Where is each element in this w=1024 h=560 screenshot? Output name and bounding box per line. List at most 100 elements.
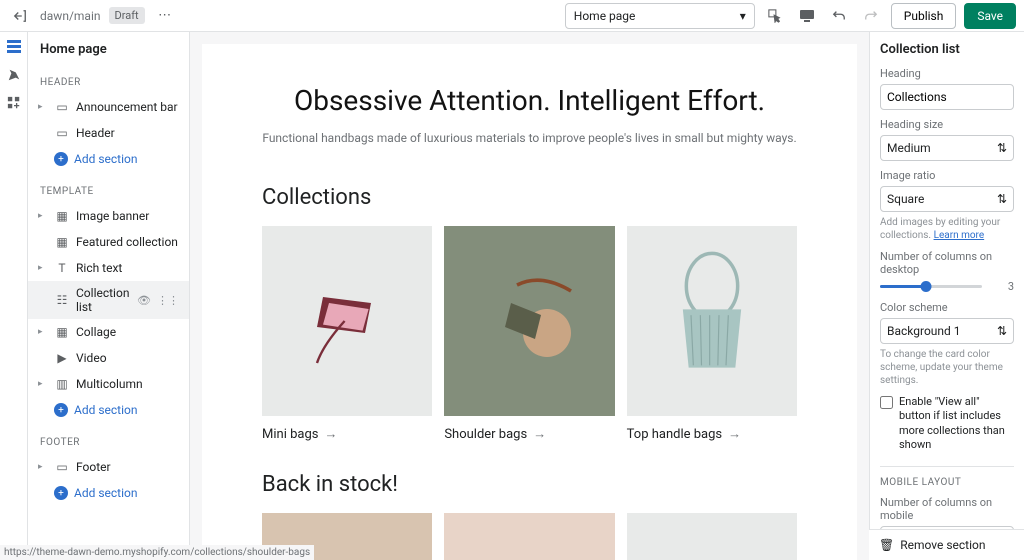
arrow-icon: → — [324, 426, 337, 442]
collections-heading: Collections — [262, 185, 797, 210]
panel-title: Collection list — [880, 42, 1014, 57]
redo-icon[interactable] — [859, 4, 883, 28]
topbar: dawn/main Draft ⋯ Home page ▾ Publish Sa… — [0, 0, 1024, 32]
chevron-right-icon: ▸ — [38, 462, 48, 472]
card-image — [444, 513, 614, 560]
eye-icon[interactable]: 👁 — [137, 294, 151, 307]
plus-icon: + — [54, 152, 68, 166]
columns-icon: ▥ — [54, 376, 70, 392]
exit-icon[interactable] — [8, 4, 32, 28]
image-ratio-label: Image ratio — [880, 169, 1014, 182]
footer-icon: ▭ — [54, 459, 70, 475]
plus-icon: + — [54, 403, 68, 417]
drag-handle-icon[interactable]: ⋮⋮ — [157, 294, 179, 307]
card-label: Shoulder bags — [444, 427, 527, 442]
heading-size-label: Heading size — [880, 118, 1014, 131]
cols-mobile-label: Number of columns on mobile — [880, 496, 1014, 522]
hero-title: Obsessive Attention. Intelligent Effort. — [262, 84, 797, 117]
properties-panel: Collection list Heading Heading size Med… — [869, 32, 1024, 560]
image-icon: ▦ — [54, 208, 70, 224]
chevron-right-icon: ▸ — [38, 263, 48, 273]
heading-input[interactable] — [880, 84, 1014, 110]
desktop-view-icon[interactable] — [795, 4, 819, 28]
card-label: Mini bags — [262, 427, 318, 442]
add-section-footer[interactable]: +Add section — [28, 480, 189, 506]
sidebar-item-announcement[interactable]: ▸▭Announcement bar — [28, 94, 189, 120]
undo-icon[interactable] — [827, 4, 851, 28]
collection-card[interactable]: Mini bags → — [262, 226, 432, 442]
heading-label: Heading — [880, 67, 1014, 80]
sidebar-item-collection-list[interactable]: ☷Collection list👁⋮⋮ — [28, 281, 189, 319]
save-button[interactable]: Save — [964, 3, 1016, 29]
card-image — [627, 226, 797, 416]
preview-canvas: Obsessive Attention. Intelligent Effort.… — [202, 44, 857, 560]
chevron-right-icon: ▸ — [38, 379, 48, 389]
theme-settings-icon[interactable] — [5, 66, 23, 84]
publish-button[interactable]: Publish — [891, 3, 957, 29]
card-image — [627, 513, 797, 560]
arrow-icon: → — [533, 426, 546, 442]
remove-section-button[interactable]: 🗑 Remove section — [869, 529, 1024, 560]
chevron-right-icon: ▸ — [38, 211, 48, 221]
viewall-checkbox[interactable]: Enable "View all" button if list include… — [880, 395, 1014, 452]
page-selector[interactable]: Home page ▾ — [565, 3, 755, 29]
sections-sidebar: Home page HEADER ▸▭Announcement bar ▭Hea… — [28, 32, 190, 560]
inspector-icon[interactable] — [763, 4, 787, 28]
page-title: Home page — [28, 32, 189, 67]
learn-more-link[interactable]: Learn more — [934, 230, 985, 241]
announcement-icon: ▭ — [54, 99, 70, 115]
color-scheme-select[interactable]: Background 1⇅ — [880, 318, 1014, 344]
heading-size-select[interactable]: Medium⇅ — [880, 135, 1014, 161]
header-icon: ▭ — [54, 125, 70, 141]
card-label: Top handle bags — [627, 427, 722, 442]
sidebar-item-footer[interactable]: ▸▭Footer — [28, 454, 189, 480]
video-icon: ▶ — [54, 350, 70, 366]
add-section-template[interactable]: +Add section — [28, 397, 189, 423]
collage-icon: ▦ — [54, 324, 70, 340]
cols-desktop-slider[interactable] — [880, 285, 982, 288]
sidebar-item-collage[interactable]: ▸▦Collage — [28, 319, 189, 345]
group-label-template: TEMPLATE — [28, 180, 189, 203]
color-hint: To change the card color scheme, update … — [880, 348, 1014, 387]
card-image — [444, 226, 614, 416]
more-icon[interactable]: ⋯ — [153, 4, 177, 28]
add-section-header[interactable]: +Add section — [28, 146, 189, 172]
product-card[interactable] — [444, 513, 614, 560]
plus-icon: + — [54, 486, 68, 500]
arrow-icon: → — [728, 426, 741, 442]
status-bar-url: https://theme-dawn-demo.myshopify.com/co… — [0, 545, 314, 560]
sidebar-item-multicolumn[interactable]: ▸▥Multicolumn — [28, 371, 189, 397]
trash-icon: 🗑 — [879, 538, 894, 552]
breadcrumb: dawn/main — [40, 9, 101, 23]
page-selector-value: Home page — [574, 9, 636, 23]
sidebar-item-header[interactable]: ▭Header — [28, 120, 189, 146]
chevron-down-icon: ▾ — [740, 9, 746, 23]
collection-card[interactable]: Top handle bags → — [627, 226, 797, 442]
image-hint: Add images by editing your collections. … — [880, 216, 1014, 242]
collection-card[interactable]: Shoulder bags → — [444, 226, 614, 442]
preview-area: Obsessive Attention. Intelligent Effort.… — [190, 32, 869, 560]
mobile-section-label: MOBILE LAYOUT — [880, 466, 1014, 488]
status-badge: Draft — [109, 7, 145, 24]
group-label-header: HEADER — [28, 71, 189, 94]
sidebar-item-rich-text[interactable]: ▸TRich text — [28, 255, 189, 281]
tool-rail — [0, 32, 28, 560]
chevron-right-icon: ▸ — [38, 102, 48, 112]
text-icon: T — [54, 260, 70, 276]
select-arrow-icon: ⇅ — [997, 324, 1007, 338]
card-image — [262, 226, 432, 416]
color-scheme-label: Color scheme — [880, 301, 1014, 314]
cols-desktop-label: Number of columns on desktop — [880, 250, 1014, 276]
sidebar-item-image-banner[interactable]: ▸▦Image banner — [28, 203, 189, 229]
sidebar-item-featured-collection[interactable]: ▦Featured collection — [28, 229, 189, 255]
slider-value: 3 — [988, 280, 1014, 293]
select-arrow-icon: ⇅ — [997, 192, 1007, 206]
list-icon: ☷ — [54, 292, 70, 308]
group-label-footer: FOOTER — [28, 431, 189, 454]
image-ratio-select[interactable]: Square⇅ — [880, 186, 1014, 212]
product-card[interactable] — [627, 513, 797, 560]
collection-icon: ▦ — [54, 234, 70, 250]
sections-icon[interactable] — [5, 38, 23, 56]
sidebar-item-video[interactable]: ▶Video — [28, 345, 189, 371]
apps-icon[interactable] — [5, 94, 23, 112]
